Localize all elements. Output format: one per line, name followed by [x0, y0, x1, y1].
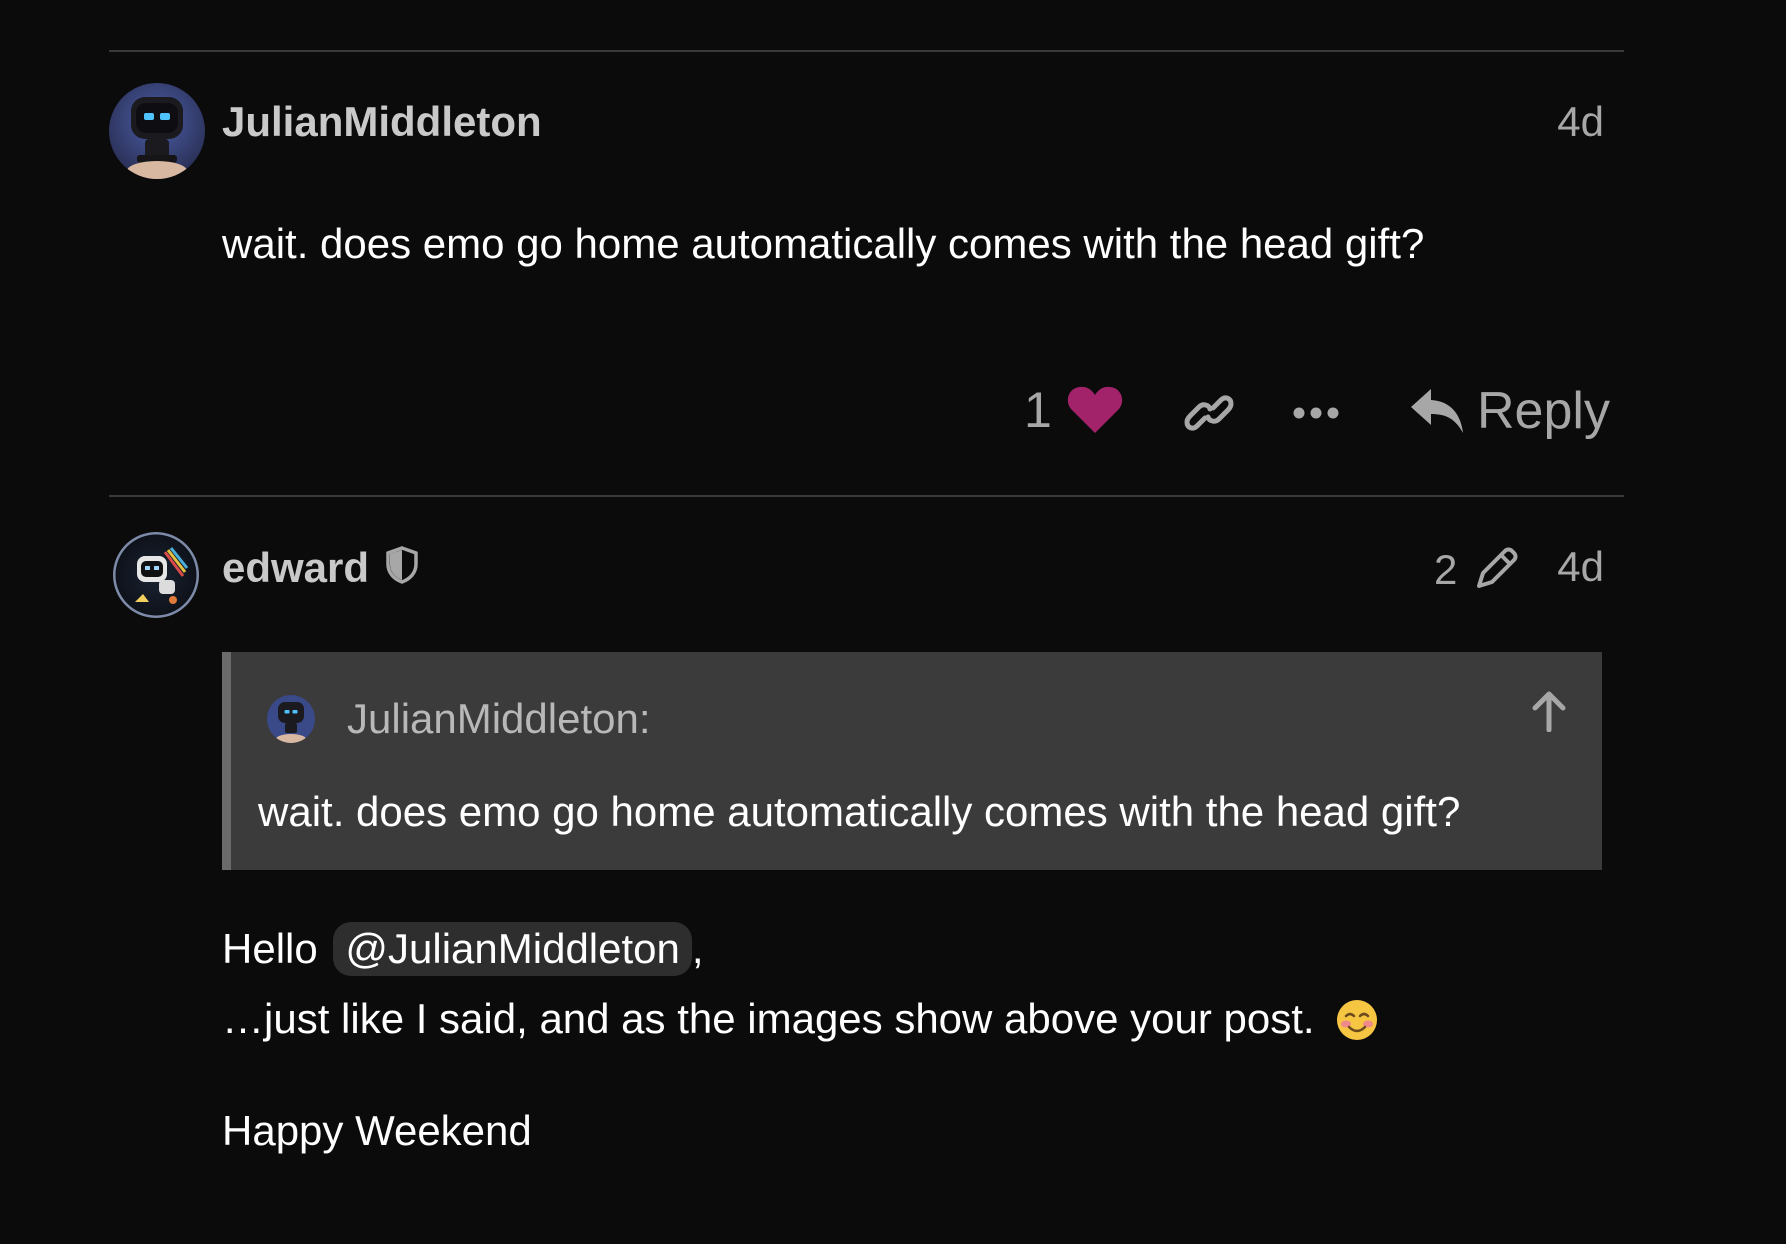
- post-body-line-1: Hello @JulianMiddleton,: [222, 922, 704, 976]
- like-button[interactable]: 1: [1024, 385, 1124, 435]
- arrow-up-icon: [1532, 691, 1566, 733]
- avatar[interactable]: [113, 532, 199, 618]
- post-body-line-3: Happy Weekend: [222, 1107, 532, 1154]
- reply-button[interactable]: Reply: [1409, 385, 1610, 437]
- like-count: 1: [1024, 382, 1052, 438]
- ellipsis-icon: [1293, 407, 1339, 419]
- user-mention-link[interactable]: @JulianMiddleton: [333, 922, 692, 976]
- post-body-line-2: …just like I said, and as the images sho…: [222, 998, 1378, 1041]
- post-username[interactable]: edward: [222, 546, 419, 589]
- topic-post-stream: JulianMiddleton 4d wait. does emo go hom…: [109, 0, 1624, 1244]
- post-username-text: edward: [222, 544, 370, 591]
- copy-link-button[interactable]: [1184, 392, 1234, 434]
- edit-history-button[interactable]: 2: [1434, 546, 1519, 591]
- body-text: …just like I said, and as the images sho…: [222, 995, 1315, 1042]
- post-divider: [109, 50, 1624, 52]
- pencil-icon: [1477, 547, 1518, 588]
- reply-icon: [1411, 389, 1463, 433]
- blush-emoji-icon: [1337, 1000, 1378, 1040]
- post-actions: 1 Reply: [109, 380, 1624, 450]
- quote-block: JulianMiddleton: wait. does emo go home …: [222, 652, 1602, 870]
- comma-text: ,: [691, 925, 704, 972]
- more-actions-button[interactable]: [1293, 407, 1339, 419]
- shield-icon: [385, 546, 418, 584]
- jump-to-quoted-button[interactable]: [1531, 690, 1567, 737]
- edit-count: 2: [1434, 546, 1458, 593]
- post-date[interactable]: 4d: [1557, 546, 1604, 588]
- link-icon: [1184, 395, 1234, 431]
- post-divider: [109, 495, 1624, 497]
- reply-label: Reply: [1477, 382, 1610, 440]
- heart-icon: [1067, 386, 1122, 433]
- post-body: wait. does emo go home automatically com…: [222, 220, 1425, 267]
- robot-avatar-icon: [113, 532, 199, 618]
- avatar[interactable]: [109, 83, 205, 179]
- post-username[interactable]: JulianMiddleton: [222, 101, 542, 143]
- quote-avatar[interactable]: [267, 695, 315, 743]
- quote-text: wait. does emo go home automatically com…: [258, 788, 1461, 835]
- greeting-text: Hello: [222, 925, 318, 972]
- robot-avatar-icon: [109, 83, 205, 179]
- quote-author[interactable]: JulianMiddleton:: [347, 698, 651, 740]
- robot-avatar-icon: [267, 695, 315, 743]
- post-date[interactable]: 4d: [1557, 101, 1604, 143]
